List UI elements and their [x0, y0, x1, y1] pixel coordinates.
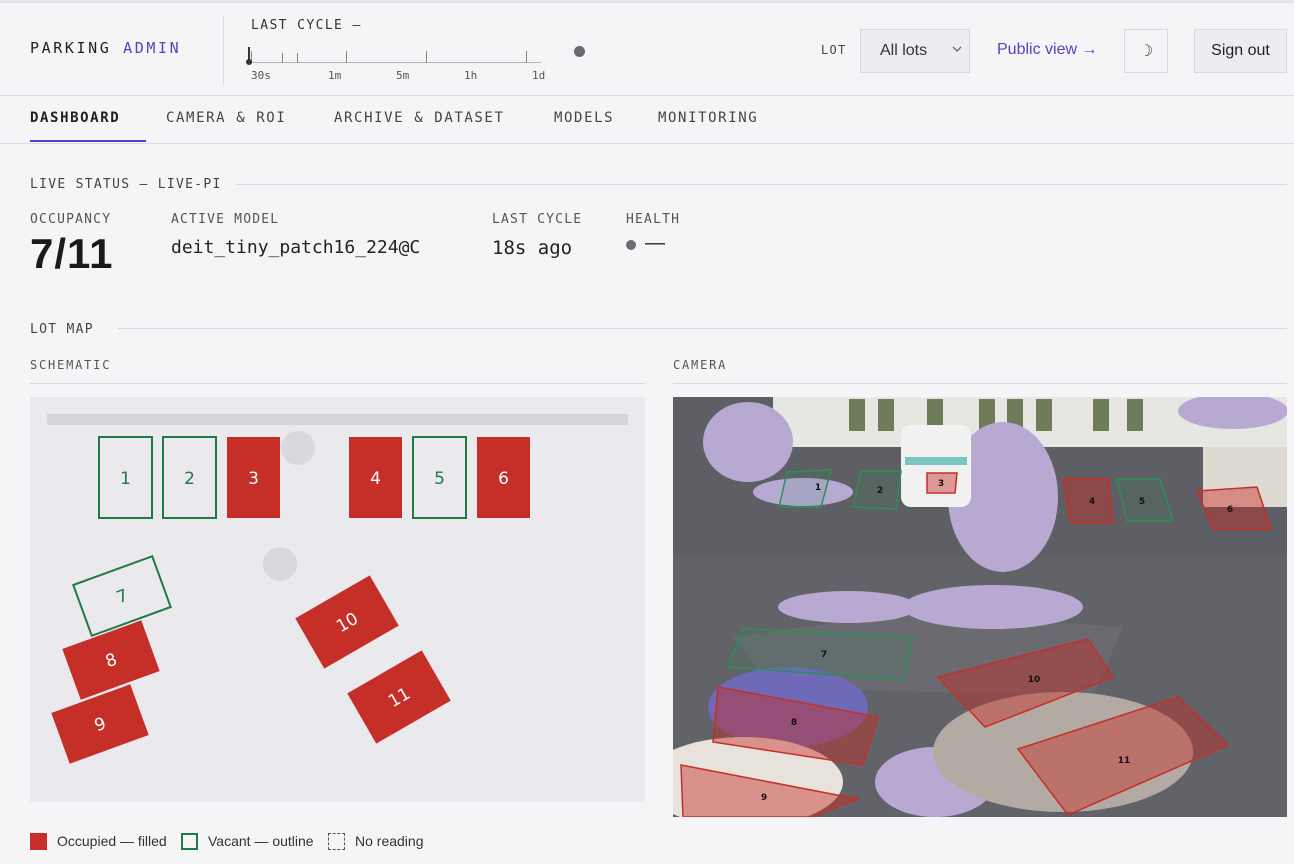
tab-camera-roi[interactable]: CAMERA & ROI — [166, 110, 286, 126]
brand-logo[interactable]: PARKING ADMIN — [30, 39, 181, 57]
chevron-down-icon — [951, 43, 963, 58]
tab-models[interactable]: MODELS — [554, 110, 614, 126]
camera-feed: 1 2 3 4 5 6 7 8 9 10 11 — [673, 397, 1287, 817]
slider-tick-label: 30s — [251, 69, 271, 82]
schematic-label: SCHEMATIC — [30, 358, 112, 372]
camera-label: CAMERA — [673, 358, 728, 372]
tab-dashboard[interactable]: DASHBOARD — [30, 110, 120, 126]
slider-thumb-dot — [246, 59, 252, 65]
spot-3[interactable]: 3 — [227, 437, 280, 518]
camera-label-11: 11 — [1118, 756, 1131, 766]
lot-select[interactable]: All lots — [860, 29, 970, 73]
slider-tick — [297, 53, 298, 63]
slider-tick-label: 1m — [328, 69, 342, 82]
occupancy-label: OCCUPANCY — [30, 212, 112, 227]
public-view-link[interactable]: Public view → — [997, 41, 1097, 59]
slider-tick — [346, 51, 347, 63]
lot-label: LOT — [821, 43, 847, 57]
camera-label-8: 8 — [791, 718, 797, 728]
main-tabs: DASHBOARD CAMERA & ROI ARCHIVE & DATASET… — [0, 97, 1294, 144]
slider-tick-label: 1d — [532, 69, 546, 82]
slider-tick — [426, 51, 427, 63]
spot-8[interactable]: 8 — [62, 620, 160, 700]
spot-1-label: 1 — [120, 469, 131, 489]
live-status-heading: LIVE STATUS — LIVE-PI — [30, 177, 222, 192]
spot-10[interactable]: 10 — [295, 575, 399, 669]
active-tab-indicator — [30, 140, 146, 142]
spot-9[interactable]: 9 — [51, 684, 149, 764]
tree-marker — [281, 431, 315, 465]
spot-7[interactable]: 7 — [72, 554, 172, 638]
camera-label-10: 10 — [1028, 675, 1041, 685]
theme-toggle-button[interactable]: ☽ — [1124, 29, 1168, 73]
health-status-dot — [626, 240, 636, 250]
brand-text: PARKING — [30, 39, 112, 57]
spot-5-label: 5 — [434, 469, 445, 489]
camera-label-4: 4 — [1089, 497, 1095, 507]
app-header: PARKING ADMIN LAST CYCLE — 30s 1m 5m 1h … — [0, 3, 1294, 96]
camera-label-5: 5 — [1139, 497, 1145, 507]
section-divider — [236, 184, 1287, 185]
vacant-swatch — [181, 833, 198, 850]
slider-tick-label: 5m — [396, 69, 410, 82]
camera-label-3: 3 — [938, 479, 944, 489]
legend-occupied-label: Occupied — filled — [57, 833, 167, 849]
spot-5[interactable]: 5 — [412, 436, 467, 519]
camera-label-2: 2 — [877, 486, 883, 496]
brand-admin-text: ADMIN — [123, 39, 182, 57]
last-cycle-title: LAST CYCLE — — [251, 18, 362, 33]
spot-11[interactable]: 11 — [347, 650, 451, 744]
active-model-value: deit_tiny_patch16_224@C — [171, 237, 421, 258]
spot-1[interactable]: 1 — [98, 436, 153, 519]
camera-label-6: 6 — [1227, 505, 1233, 515]
header-divider — [223, 15, 224, 85]
tab-archive-dataset[interactable]: ARCHIVE & DATASET — [334, 110, 505, 126]
lot-select-value: All lots — [880, 42, 928, 59]
spot-6-label: 6 — [498, 469, 509, 489]
schematic-svg: 1 2 3 4 5 6 7 8 9 10 11 — [47, 414, 628, 764]
camera-roi-1 — [778, 469, 832, 508]
spot-6[interactable]: 6 — [477, 437, 530, 518]
lot-boundary-wall — [47, 414, 628, 425]
spot-2[interactable]: 2 — [162, 436, 217, 519]
last-cycle-status-dot — [574, 46, 585, 57]
section-divider — [118, 328, 1287, 329]
spot-3-label: 3 — [248, 469, 259, 489]
camera-image: 1 2 3 4 5 6 7 8 9 10 11 — [673, 397, 1287, 817]
legend-no-reading-label: No reading — [355, 833, 424, 849]
spot-4[interactable]: 4 — [349, 437, 402, 518]
lot-map-heading: LOT MAP — [30, 322, 94, 337]
slider-track — [251, 62, 541, 63]
spot-2-label: 2 — [184, 469, 195, 489]
tree-marker — [263, 547, 297, 581]
active-model-label: ACTIVE MODEL — [171, 212, 280, 227]
camera-label-1: 1 — [815, 483, 821, 493]
last-cycle-slider[interactable]: 30s 1m 5m 1h 1d — [245, 41, 595, 87]
slider-tick — [282, 53, 283, 63]
legend-vacant-label: Vacant — outline — [208, 833, 314, 849]
white-van — [901, 425, 971, 507]
health-value: — — [645, 232, 665, 254]
camera-label-9: 9 — [761, 793, 767, 803]
slider-tick-label: 1h — [464, 69, 478, 82]
sign-out-button[interactable]: Sign out — [1194, 29, 1287, 73]
tab-monitoring[interactable]: MONITORING — [658, 110, 758, 126]
spot-4-label: 4 — [370, 469, 381, 489]
occupied-swatch — [30, 833, 47, 850]
moon-icon: ☽ — [1138, 43, 1154, 60]
health-label: HEALTH — [626, 212, 681, 227]
camera-label-7: 7 — [821, 650, 827, 660]
no-reading-swatch — [328, 833, 345, 850]
last-cycle-value: 18s ago — [492, 237, 573, 259]
occupancy-value: 7/11 — [30, 230, 114, 277]
slider-tick — [526, 51, 527, 63]
schematic-map: 1 2 3 4 5 6 7 8 9 10 11 — [30, 397, 645, 802]
schematic-divider — [30, 383, 645, 384]
spot-7-label: 7 — [114, 586, 131, 608]
camera-divider — [673, 383, 1287, 384]
van-stripe — [905, 457, 967, 465]
last-cycle-label: LAST CYCLE — [492, 212, 583, 227]
